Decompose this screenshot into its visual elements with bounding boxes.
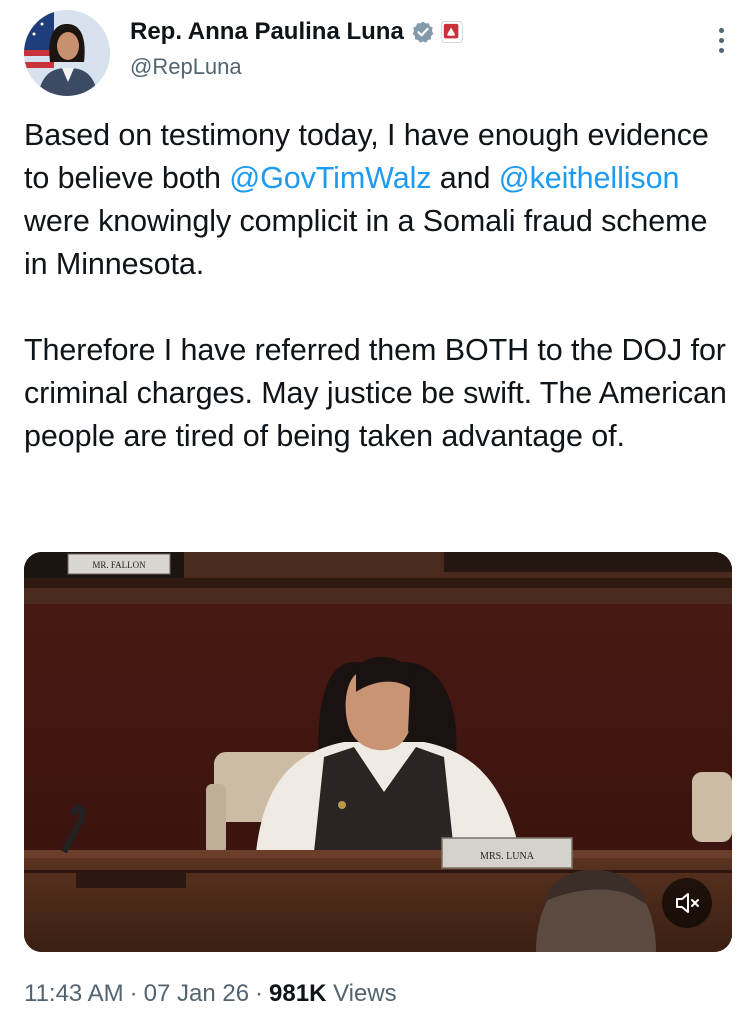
author-names: Rep. Anna Paulina Luna @RepLuna <box>130 14 463 80</box>
muted-speaker-icon <box>676 893 699 913</box>
nameplate-top-text: MR. FALLON <box>92 560 146 570</box>
tweet-text-segment: and <box>431 161 499 195</box>
video-player[interactable]: MR. FALLON MRS. LUNA <box>24 552 732 952</box>
tweet-paragraph-1: Based on testimony today, I have enough … <box>24 114 736 286</box>
tweet-header: Rep. Anna Paulina Luna @RepLuna <box>24 10 732 100</box>
display-name-row: Rep. Anna Paulina Luna <box>130 14 463 50</box>
tweet-body: Based on testimony today, I have enough … <box>24 114 736 458</box>
meta-separator: · <box>129 980 138 1007</box>
tweet-time[interactable]: 11:43 AM <box>24 980 124 1007</box>
mention-link-keithellison[interactable]: @keithellison <box>499 161 680 195</box>
mute-button[interactable] <box>662 878 712 928</box>
nameplate-speaker-text: MRS. LUNA <box>480 851 535 862</box>
video-frame: MR. FALLON MRS. LUNA <box>24 552 732 952</box>
government-affiliation-icon[interactable] <box>440 21 463 43</box>
tweet-text-segment: were knowingly complicit in a Somali fra… <box>24 204 708 281</box>
display-name[interactable]: Rep. Anna Paulina Luna <box>130 18 404 46</box>
avatar-image <box>24 10 110 96</box>
tweet-date[interactable]: 07 Jan 26 <box>144 980 249 1007</box>
tweet-paragraph-2: Therefore I have referred them BOTH to t… <box>24 333 727 453</box>
verified-badge-icon[interactable] <box>411 20 435 44</box>
views-count[interactable]: 981K <box>269 980 326 1007</box>
meta-separator: · <box>255 980 264 1007</box>
user-avatar[interactable] <box>24 10 110 96</box>
more-options-icon[interactable] <box>716 28 726 64</box>
views-label: Views <box>333 980 397 1007</box>
user-handle[interactable]: @RepLuna <box>130 54 463 80</box>
mention-link-govtimwalz[interactable]: @GovTimWalz <box>229 161 431 195</box>
tweet-meta: 11:43 AM · 07 Jan 26 · 981K Views <box>24 980 397 1008</box>
